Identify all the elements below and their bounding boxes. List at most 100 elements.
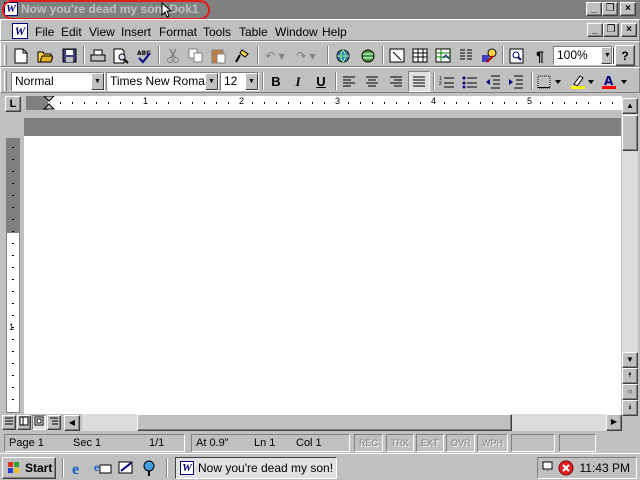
bullets-icon[interactable] [459, 71, 481, 92]
document-icon[interactable]: W [12, 23, 28, 39]
spelling-check-icon[interactable]: ABC [133, 45, 155, 66]
status-trk[interactable]: TRK [386, 434, 414, 452]
doc-close-button[interactable]: × [621, 23, 637, 37]
columns-icon[interactable] [455, 45, 477, 66]
title-bar[interactable]: W Now you're dead my son! Dok1 _ ❐ × [0, 0, 640, 20]
align-right-icon[interactable] [385, 71, 407, 92]
scroll-up-icon[interactable]: ▲ [622, 98, 638, 114]
bold-button[interactable]: B [265, 71, 287, 92]
paste-clipboard-icon[interactable] [208, 45, 230, 66]
status-rec[interactable]: REC [354, 434, 383, 452]
page-layout-view-icon[interactable] [32, 415, 46, 430]
undo-icon[interactable]: ↶ ▾ [261, 45, 289, 66]
previous-page-icon[interactable]: ⯭ [622, 368, 638, 384]
show-desktop-icon[interactable] [117, 459, 135, 477]
justify-icon[interactable] [408, 71, 430, 92]
outlook-express-icon[interactable]: e [94, 459, 112, 477]
web-toolbar-icon[interactable] [357, 45, 379, 66]
document-map-icon[interactable] [506, 45, 528, 66]
next-page-icon[interactable]: ⯯ [622, 400, 638, 416]
antivirus-tray-icon[interactable] [558, 460, 574, 476]
show-hide-pilcrow-icon[interactable]: ¶ [529, 45, 551, 66]
chevron-down-icon[interactable]: ▼ [205, 73, 218, 90]
insert-excel-icon[interactable] [432, 45, 454, 66]
insert-table-icon[interactable] [409, 45, 431, 66]
indent-marker-icon[interactable] [43, 96, 55, 110]
scroll-thumb[interactable] [622, 115, 638, 151]
status-ext[interactable]: EXT [416, 434, 444, 452]
font-color-icon[interactable]: A [599, 71, 633, 92]
document-page[interactable] [24, 136, 621, 414]
print-preview-icon[interactable] [110, 45, 132, 66]
cut-scissors-icon[interactable] [162, 45, 184, 66]
status-wph[interactable]: WPH [477, 434, 508, 452]
numbering-icon[interactable]: 12 [436, 71, 458, 92]
status-ovr[interactable]: OVR [446, 434, 475, 452]
doc-restore-button[interactable]: ❐ [603, 23, 619, 37]
outline-view-icon[interactable] [47, 415, 61, 430]
menu-format[interactable]: Format [159, 25, 197, 39]
doc-minimize-button[interactable]: _ [587, 23, 603, 37]
internet-explorer-icon[interactable]: e [71, 459, 89, 478]
status-spelling-panel[interactable] [511, 434, 555, 452]
menu-insert[interactable]: Insert [121, 25, 151, 39]
channels-icon[interactable] [140, 459, 158, 477]
align-left-icon[interactable] [338, 71, 360, 92]
status-line: Ln 1 [254, 437, 276, 449]
status-page-panel[interactable]: Page 1 Sec 1 1/1 [4, 434, 185, 452]
vertical-scrollbar[interactable]: ▲ ▼ ⯭ ○ ⯯ [622, 98, 638, 416]
minimize-button[interactable]: _ [586, 2, 602, 16]
network-tray-icon[interactable] [542, 460, 558, 476]
tab-selector-button[interactable]: L [5, 96, 21, 112]
italic-button[interactable]: I [287, 71, 309, 92]
copy-icon[interactable] [185, 45, 207, 66]
print-icon[interactable] [87, 45, 109, 66]
select-browse-object-icon[interactable]: ○ [622, 384, 638, 400]
style-combo[interactable]: Normal ▼ [11, 72, 105, 91]
menu-edit[interactable]: Edit [61, 25, 82, 39]
decrease-indent-icon[interactable] [482, 71, 504, 92]
font-size-combo[interactable]: 12 ▼ [220, 72, 259, 91]
borders-icon[interactable] [535, 71, 565, 92]
open-folder-icon[interactable] [34, 45, 56, 66]
zoom-combo[interactable]: 100% ▼ [553, 46, 615, 65]
style-value: Normal [15, 74, 54, 88]
normal-view-icon[interactable] [2, 415, 16, 430]
drawing-icon[interactable] [478, 45, 500, 66]
new-document-icon[interactable] [10, 45, 32, 66]
tables-borders-icon[interactable] [386, 45, 408, 66]
menu-file[interactable]: File [35, 25, 54, 39]
horizontal-ruler[interactable]: L 1 2 3 4 5 [0, 93, 640, 118]
close-button[interactable]: × [620, 2, 636, 16]
align-center-icon[interactable] [361, 71, 383, 92]
ruler-strip[interactable]: 1 2 3 4 5 [26, 96, 622, 110]
horizontal-scroll-track[interactable] [82, 414, 606, 431]
menu-tools[interactable]: Tools [203, 25, 231, 39]
chevron-down-icon[interactable]: ▼ [245, 73, 258, 90]
insert-hyperlink-icon[interactable] [332, 45, 354, 66]
restore-button[interactable]: ❐ [602, 2, 618, 16]
format-painter-icon[interactable] [231, 45, 253, 66]
scroll-down-icon[interactable]: ▼ [622, 352, 638, 368]
status-position-panel[interactable]: At 0.9" Ln 1 Col 1 [191, 434, 350, 452]
scroll-right-icon[interactable]: ▶ [606, 414, 622, 431]
menu-help[interactable]: Help [322, 25, 347, 39]
chevron-down-icon[interactable]: ▼ [91, 73, 104, 90]
scroll-left-icon[interactable]: ◀ [64, 415, 80, 431]
clock[interactable]: 11:43 PM [580, 461, 630, 475]
online-layout-view-icon[interactable] [17, 415, 31, 430]
taskbar-word-button[interactable]: W Now you're dead my son! -... [175, 457, 337, 479]
menu-view[interactable]: View [89, 25, 115, 39]
start-button[interactable]: Start [2, 457, 56, 479]
save-disk-icon[interactable] [58, 45, 80, 66]
increase-indent-icon[interactable] [505, 71, 527, 92]
underline-button[interactable]: U [310, 71, 332, 92]
highlight-marker-icon[interactable] [568, 71, 598, 92]
redo-icon[interactable]: ↷ ▾ [292, 45, 320, 66]
menu-window[interactable]: Window [275, 25, 318, 39]
menu-table[interactable]: Table [239, 25, 268, 39]
horizontal-scroll-thumb[interactable] [137, 414, 512, 431]
office-assistant-help-icon[interactable]: ? [615, 45, 635, 66]
font-combo[interactable]: Times New Roman ▼ [106, 72, 219, 91]
vertical-ruler[interactable]: 1 [6, 138, 20, 413]
